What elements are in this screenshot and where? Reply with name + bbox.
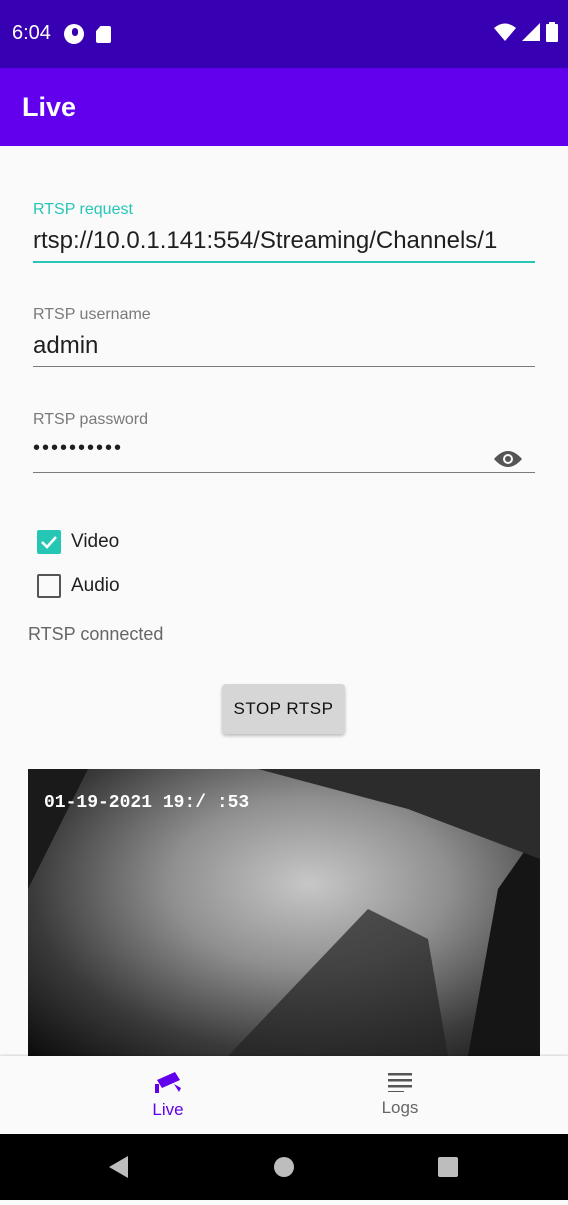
status-icons xyxy=(494,22,558,42)
check-icon xyxy=(41,536,57,549)
nav-item-logs-label: Logs xyxy=(381,1098,419,1117)
video-checkbox[interactable] xyxy=(37,530,61,554)
home-icon[interactable] xyxy=(274,1157,294,1177)
rtsp-request-label: RTSP request xyxy=(33,201,133,218)
video-option[interactable]: Video xyxy=(37,530,119,554)
status-bar: 6:04 xyxy=(0,0,568,68)
page-title: Live xyxy=(22,92,77,122)
nav-item-logs[interactable]: Logs xyxy=(258,1056,542,1134)
eye-icon[interactable] xyxy=(493,449,523,469)
video-preview: 01-19-2021 19:/ :53 xyxy=(28,769,540,1056)
audio-label: Audio xyxy=(71,575,120,596)
status-time: 6:04 xyxy=(12,22,51,44)
list-lines-icon xyxy=(388,1073,412,1092)
sd-card-icon xyxy=(96,26,111,43)
back-icon[interactable] xyxy=(109,1156,128,1178)
rtsp-username-field[interactable]: RTSP username admin xyxy=(33,306,535,367)
rtsp-username-underline xyxy=(33,366,535,367)
rtsp-request-underline xyxy=(33,261,535,263)
audio-checkbox[interactable] xyxy=(37,574,61,598)
system-navigation-bar xyxy=(0,1134,568,1200)
rtsp-password-label: RTSP password xyxy=(33,411,149,428)
wifi-icon xyxy=(494,23,516,41)
bottom-navigation: Live Logs xyxy=(0,1056,568,1134)
nav-item-live-label: Live xyxy=(152,1100,184,1119)
audio-option[interactable]: Audio xyxy=(37,574,120,598)
video-timestamp: 01-19-2021 19:/ :53 xyxy=(44,793,250,813)
stop-rtsp-button[interactable]: STOP RTSP xyxy=(222,684,345,734)
rtsp-username-label: RTSP username xyxy=(33,306,151,323)
notification-icon xyxy=(64,24,84,44)
recents-icon[interactable] xyxy=(438,1157,458,1177)
battery-icon xyxy=(546,22,558,42)
app-bar: Live xyxy=(0,68,568,146)
system-nav-buttons xyxy=(109,1156,458,1178)
cctv-camera-icon xyxy=(155,1072,181,1093)
rtsp-request-input[interactable]: rtsp://10.0.1.141:554/Streaming/Channels… xyxy=(33,227,535,255)
cell-signal-icon xyxy=(522,23,540,41)
rtsp-password-input[interactable]: •••••••••• xyxy=(33,437,535,460)
video-label: Video xyxy=(71,531,120,552)
rtsp-request-field[interactable]: RTSP request rtsp://10.0.1.141:554/Strea… xyxy=(33,201,535,263)
rtsp-password-field[interactable]: RTSP password •••••••••• xyxy=(33,411,535,473)
rtsp-username-input[interactable]: admin xyxy=(33,332,535,360)
connection-status: RTSP connected xyxy=(28,624,164,644)
rtsp-password-underline xyxy=(33,472,535,473)
